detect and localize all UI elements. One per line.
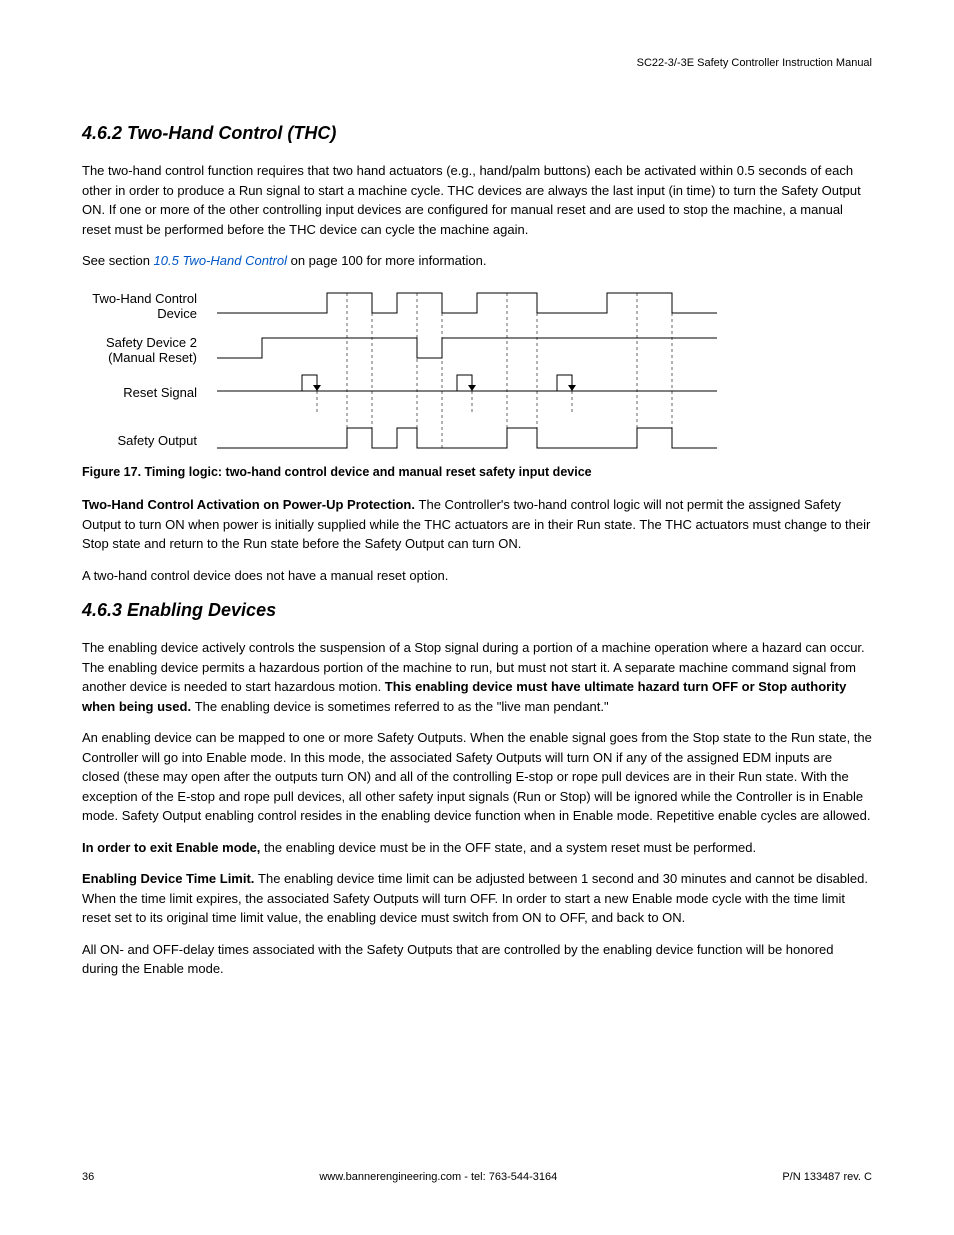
label-safety-output: Safety Output (82, 433, 207, 449)
footer-contact: www.bannerengineering.com - tel: 763-544… (319, 1169, 557, 1186)
enabling-para-3-body: the enabling device must be in the OFF s… (264, 840, 756, 855)
figure-17-caption: Figure 17. Timing logic: two-hand contro… (82, 463, 872, 482)
section-heading-thc: 4.6.2 Two-Hand Control (THC) (82, 120, 872, 147)
enabling-para-5: All ON- and OFF-delay times associated w… (82, 940, 872, 979)
enabling-para-3-bold: In order to exit Enable mode, (82, 840, 264, 855)
thc-power-up: Two-Hand Control Activation on Power-Up … (82, 495, 872, 554)
footer-partnum: P/N 133487 rev. C (782, 1169, 872, 1186)
link-two-hand-control[interactable]: 10.5 Two-Hand Control (154, 253, 287, 268)
thc-para-2-pre: See section (82, 253, 154, 268)
enabling-para-3: In order to exit Enable mode, the enabli… (82, 838, 872, 858)
thc-para-2-post: on page 100 for more information. (287, 253, 486, 268)
thc-power-up-lead: Two-Hand Control Activation on Power-Up … (82, 497, 419, 512)
enabling-para-4-bold: Enabling Device Time Limit. (82, 871, 258, 886)
enabling-para-4: Enabling Device Time Limit. The enabling… (82, 869, 872, 928)
label-reset-signal: Reset Signal (82, 385, 207, 401)
enabling-para-1: The enabling device actively controls th… (82, 638, 872, 716)
enabling-para-2: An enabling device can be mapped to one … (82, 728, 872, 826)
thc-para-1: The two-hand control function requires t… (82, 161, 872, 239)
page-footer: 36 www.bannerengineering.com - tel: 763-… (82, 1169, 872, 1186)
enabling-para-1-post: The enabling device is sometimes referre… (195, 699, 609, 714)
label-two-hand-control: Two-Hand Control Device (82, 291, 207, 322)
thc-para-2: See section 10.5 Two-Hand Control on pag… (82, 251, 872, 271)
document-header-title: SC22-3/-3E Safety Controller Instruction… (637, 55, 872, 72)
figure-17: Two-Hand Control Device Safety Device 2 … (82, 283, 872, 482)
page-number: 36 (82, 1169, 94, 1186)
section-heading-enabling: 4.6.3 Enabling Devices (82, 597, 872, 624)
waveform-area (217, 283, 717, 463)
page-content: 4.6.2 Two-Hand Control (THC) The two-han… (82, 55, 872, 979)
label-safety-device-2: Safety Device 2 (Manual Reset) (82, 335, 207, 366)
thc-no-manual-reset: A two-hand control device does not have … (82, 566, 872, 586)
timing-svg (217, 283, 717, 463)
timing-diagram: Two-Hand Control Device Safety Device 2 … (82, 283, 872, 463)
